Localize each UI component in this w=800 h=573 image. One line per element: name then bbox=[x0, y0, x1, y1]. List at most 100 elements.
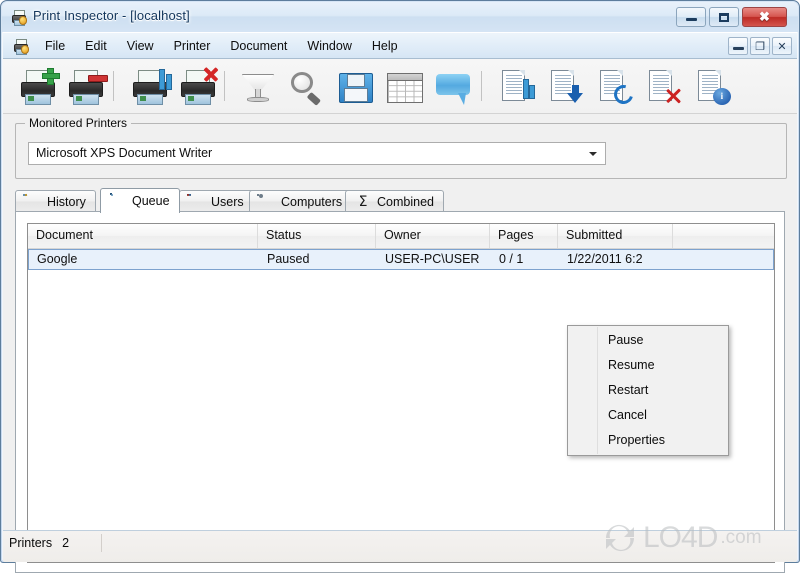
balloon-icon bbox=[434, 69, 472, 105]
window-maximize-button[interactable] bbox=[709, 7, 739, 27]
toolbar-separator bbox=[113, 71, 114, 101]
queue-icon bbox=[110, 193, 126, 209]
queue-context-menu: Pause Resume Restart Cancel Properties bbox=[567, 325, 729, 456]
toolbar-add-printer-button[interactable] bbox=[19, 67, 61, 105]
menu-item-view[interactable]: View bbox=[117, 36, 164, 56]
printer-delete-icon bbox=[179, 69, 217, 105]
tab-users[interactable]: Users bbox=[179, 190, 254, 212]
cell-owner: USER-PC\USER bbox=[385, 252, 480, 266]
search-icon bbox=[287, 69, 325, 106]
status-printers-panel: Printers 2 bbox=[9, 534, 102, 552]
chevron-down-icon bbox=[589, 152, 597, 156]
toolbar-notify-button[interactable] bbox=[434, 69, 472, 105]
document-info-icon: i bbox=[693, 69, 731, 105]
computers-icon bbox=[257, 193, 275, 210]
menu-item-window[interactable]: Window bbox=[297, 36, 361, 56]
grid-column-owner[interactable]: Owner bbox=[376, 224, 490, 248]
client-area: i Monitored Printers Microsoft XPS Docum… bbox=[3, 58, 797, 573]
menu-item-document[interactable]: Document bbox=[220, 36, 297, 56]
cell-blank bbox=[674, 250, 773, 269]
table-row[interactable]: Google Paused USER-PC\USER 0 / 1 1/22/20… bbox=[28, 249, 774, 270]
grid-header-row: Document Status Owner Pages Submitted bbox=[28, 224, 774, 249]
tab-queue[interactable]: Queue bbox=[100, 188, 180, 213]
toolbar-document-download-button[interactable] bbox=[546, 69, 584, 105]
cell-status: Paused bbox=[267, 252, 310, 266]
save-icon bbox=[336, 69, 374, 105]
window-minimize-button[interactable] bbox=[676, 7, 706, 27]
document-restart-icon bbox=[595, 69, 637, 108]
printer-add-icon bbox=[19, 67, 61, 105]
toolbar-printer-stats-button[interactable] bbox=[131, 69, 173, 105]
application-window: Print Inspector - [localhost] ✖ File Edi… bbox=[0, 0, 800, 573]
tab-strip: History Queue Users Computers Σ Combined bbox=[15, 188, 785, 213]
status-bar: Printers 2 bbox=[3, 530, 797, 562]
toolbar-delete-printer-button[interactable] bbox=[179, 69, 217, 105]
menu-item-printer[interactable]: Printer bbox=[164, 36, 221, 56]
mdi-restore-button[interactable]: ❐ bbox=[750, 37, 770, 55]
mdi-minimize-button[interactable] bbox=[728, 37, 748, 55]
tab-label: History bbox=[47, 194, 86, 209]
cell-submitted: 1/22/2011 6:2 bbox=[567, 252, 643, 266]
context-menu-item-restart[interactable]: Restart bbox=[568, 378, 728, 403]
history-icon bbox=[23, 193, 41, 210]
grid-column-document[interactable]: Document bbox=[28, 224, 258, 248]
minimize-icon bbox=[732, 47, 744, 50]
printer-select-value: Microsoft XPS Document Writer bbox=[36, 146, 213, 160]
window-close-button[interactable]: ✖ bbox=[742, 7, 787, 27]
close-icon: ✖ bbox=[759, 9, 770, 24]
grid-column-blank[interactable] bbox=[673, 224, 774, 248]
menu-item-list: File Edit View Printer Document Window H… bbox=[35, 33, 408, 59]
document-delete-icon bbox=[644, 69, 682, 105]
monitored-printers-group: Monitored Printers Microsoft XPS Documen… bbox=[15, 116, 787, 179]
document-stats-icon bbox=[497, 69, 536, 105]
toolbar-filter-button[interactable] bbox=[238, 69, 276, 105]
mdi-document-icon[interactable] bbox=[13, 38, 30, 55]
tab-combined[interactable]: Σ Combined bbox=[345, 190, 444, 212]
status-printers-label: Printers bbox=[9, 536, 53, 550]
tab-label: Combined bbox=[377, 194, 434, 209]
grid-column-submitted[interactable]: Submitted bbox=[558, 224, 673, 248]
menu-bar: File Edit View Printer Document Window H… bbox=[3, 32, 797, 59]
grid-column-pages[interactable]: Pages bbox=[490, 224, 558, 248]
context-menu-item-pause[interactable]: Pause bbox=[568, 328, 728, 353]
cell-document: Google bbox=[37, 252, 78, 266]
restore-icon: ❐ bbox=[755, 40, 765, 53]
toolbar-search-button[interactable] bbox=[287, 69, 325, 106]
sigma-icon: Σ bbox=[358, 193, 368, 210]
maximize-icon bbox=[710, 8, 738, 26]
tab-computers[interactable]: Computers bbox=[249, 190, 353, 212]
toolbar-document-restart-button[interactable] bbox=[595, 69, 637, 108]
grid-body: Google Paused USER-PC\USER 0 / 1 1/22/20… bbox=[28, 249, 774, 270]
menu-item-file[interactable]: File bbox=[35, 36, 75, 56]
printer-remove-icon bbox=[67, 69, 109, 105]
menu-item-edit[interactable]: Edit bbox=[75, 36, 117, 56]
cell-pages: 0 / 1 bbox=[499, 252, 524, 266]
app-icon bbox=[11, 9, 28, 26]
users-icon bbox=[187, 193, 205, 210]
tab-label: Computers bbox=[281, 194, 343, 209]
context-menu-item-properties[interactable]: Properties bbox=[568, 428, 728, 453]
toolbar-save-button[interactable] bbox=[336, 69, 374, 105]
title-bar: Print Inspector - [localhost] ✖ bbox=[2, 2, 798, 32]
menu-item-help[interactable]: Help bbox=[362, 36, 408, 56]
mdi-close-button[interactable]: ✕ bbox=[772, 37, 792, 55]
funnel-icon bbox=[238, 69, 276, 105]
printer-stats-icon bbox=[131, 69, 173, 105]
printer-select[interactable]: Microsoft XPS Document Writer bbox=[28, 142, 606, 165]
toolbar-grid-button[interactable] bbox=[385, 69, 423, 105]
status-printers-count: 2 bbox=[62, 536, 70, 550]
close-icon: ✕ bbox=[777, 40, 787, 53]
tab-history[interactable]: History bbox=[15, 190, 96, 212]
grid-column-status[interactable]: Status bbox=[258, 224, 376, 248]
context-menu-item-resume[interactable]: Resume bbox=[568, 353, 728, 378]
toolbar-document-delete-button[interactable] bbox=[644, 69, 682, 105]
toolbar-remove-printer-button[interactable] bbox=[67, 69, 109, 105]
toolbar-document-info-button[interactable]: i bbox=[693, 69, 731, 105]
context-menu-item-cancel[interactable]: Cancel bbox=[568, 403, 728, 428]
toolbar-separator bbox=[481, 71, 482, 101]
document-download-icon bbox=[546, 69, 584, 105]
toolbar-document-stats-button[interactable] bbox=[497, 69, 536, 105]
table-icon bbox=[385, 69, 423, 105]
toolbar: i bbox=[3, 59, 797, 114]
monitored-printers-legend: Monitored Printers bbox=[25, 116, 132, 130]
